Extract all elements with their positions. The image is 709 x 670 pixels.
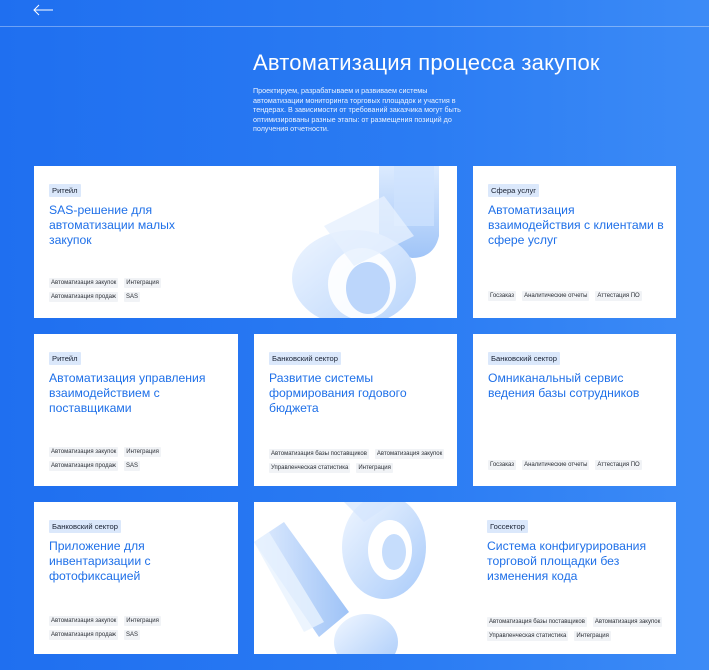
tag-list: Госзаказ Аналитические отчеты Аттестация П… bbox=[488, 291, 642, 305]
project-card-employee-database[interactable]: Банковский сектор Омниканальный сервис в… bbox=[473, 334, 676, 486]
tag: Управленческая статистика bbox=[269, 463, 351, 473]
card-title: Автоматизация управления взаимодействием… bbox=[49, 371, 206, 416]
tag: Госзаказ bbox=[488, 460, 517, 470]
card-title: Система конфигурирования торговой площад… bbox=[487, 539, 647, 584]
decorative-3d-shape bbox=[292, 166, 439, 318]
tag: SAS bbox=[123, 461, 140, 471]
industry-badge: Банковский сектор bbox=[49, 520, 121, 533]
card-title: Приложение для инвентаризации с фотофикс… bbox=[49, 539, 151, 584]
tag-list: Автоматизация базы поставщиков Автоматиза… bbox=[269, 449, 445, 477]
tag-list: Автоматизация закупок Интеграция Автомати… bbox=[49, 616, 161, 644]
project-card-supplier-management[interactable]: Ритейл Автоматизация управления взаимоде… bbox=[34, 334, 238, 486]
tag: Автоматизация базы поставщиков bbox=[269, 449, 369, 459]
tag: Интеграция bbox=[356, 463, 393, 473]
tag-list: Госзаказ Аналитические отчеты Аттестация П… bbox=[488, 460, 642, 474]
decorative-3d-shape bbox=[254, 502, 426, 654]
tag: Интеграция bbox=[124, 616, 161, 626]
tag: Автоматизация закупок bbox=[592, 617, 663, 627]
tag: Автоматизация продаж bbox=[49, 292, 118, 302]
industry-badge: Госсектор bbox=[487, 520, 528, 533]
tag: Интеграция bbox=[574, 631, 611, 641]
page-title: Автоматизация процесса закупок bbox=[253, 50, 600, 75]
tag: Автоматизация продаж bbox=[49, 630, 118, 640]
card-title: Автоматизация взаимодействия с клиентами… bbox=[488, 203, 664, 248]
project-card-service-clients[interactable]: Сфера услуг Автоматизация взаимодействия… bbox=[473, 166, 676, 318]
tag: Управленческая статистика bbox=[487, 631, 569, 641]
tag: Аналитические отчеты bbox=[522, 460, 590, 470]
tag: Автоматизация продаж bbox=[49, 461, 118, 471]
page-description: Проектируем, разрабатываем и развиваем с… bbox=[253, 86, 461, 134]
tag: SAS bbox=[123, 630, 140, 640]
arrow-left-icon[interactable] bbox=[32, 3, 54, 17]
industry-badge: Банковский сектор bbox=[269, 352, 341, 365]
top-bar bbox=[0, 0, 709, 27]
tag-list: Автоматизация базы поставщиков Автоматиза… bbox=[487, 617, 663, 645]
tag-list: Автоматизация закупок Интеграция Автомати… bbox=[49, 278, 161, 306]
industry-badge: Банковский сектор bbox=[488, 352, 560, 365]
project-card-inventory-app[interactable]: Банковский сектор Приложение для инвента… bbox=[34, 502, 238, 654]
tag: Автоматизация закупок bbox=[374, 449, 445, 459]
tag: Автоматизация закупок bbox=[49, 447, 119, 457]
tag: Автоматизация закупок bbox=[49, 616, 119, 626]
tag: Аттестация ПО bbox=[595, 460, 642, 470]
tag: Автоматизация закупок bbox=[49, 278, 119, 288]
project-card-sas-small-procurement[interactable]: Ритейл SAS-решение для автоматизации мал… bbox=[34, 166, 457, 318]
industry-badge: Ритейл bbox=[49, 352, 81, 365]
card-title: SAS-решение для автоматизации малых заку… bbox=[49, 203, 175, 248]
tag: Аттестация ПО bbox=[595, 291, 642, 301]
card-title: Развитие системы формирования годового б… bbox=[269, 371, 407, 416]
industry-badge: Ритейл bbox=[49, 184, 81, 197]
project-card-trading-platform-config[interactable]: Госсектор Система конфигурирования торго… bbox=[254, 502, 676, 654]
tag-list: Автоматизация закупок Интеграция Автомати… bbox=[49, 447, 161, 475]
tag: Автоматизация базы поставщиков bbox=[487, 617, 587, 627]
card-title: Омниканальный сервис ведения базы сотруд… bbox=[488, 371, 640, 401]
industry-badge: Сфера услуг bbox=[488, 184, 540, 197]
tag: Интеграция bbox=[124, 447, 161, 457]
tag: Аналитические отчеты bbox=[522, 291, 590, 301]
tag: Интеграция bbox=[124, 278, 161, 288]
tag: SAS bbox=[123, 292, 140, 302]
project-card-annual-budget[interactable]: Банковский сектор Развитие системы форми… bbox=[254, 334, 457, 486]
tag: Госзаказ bbox=[488, 291, 517, 301]
